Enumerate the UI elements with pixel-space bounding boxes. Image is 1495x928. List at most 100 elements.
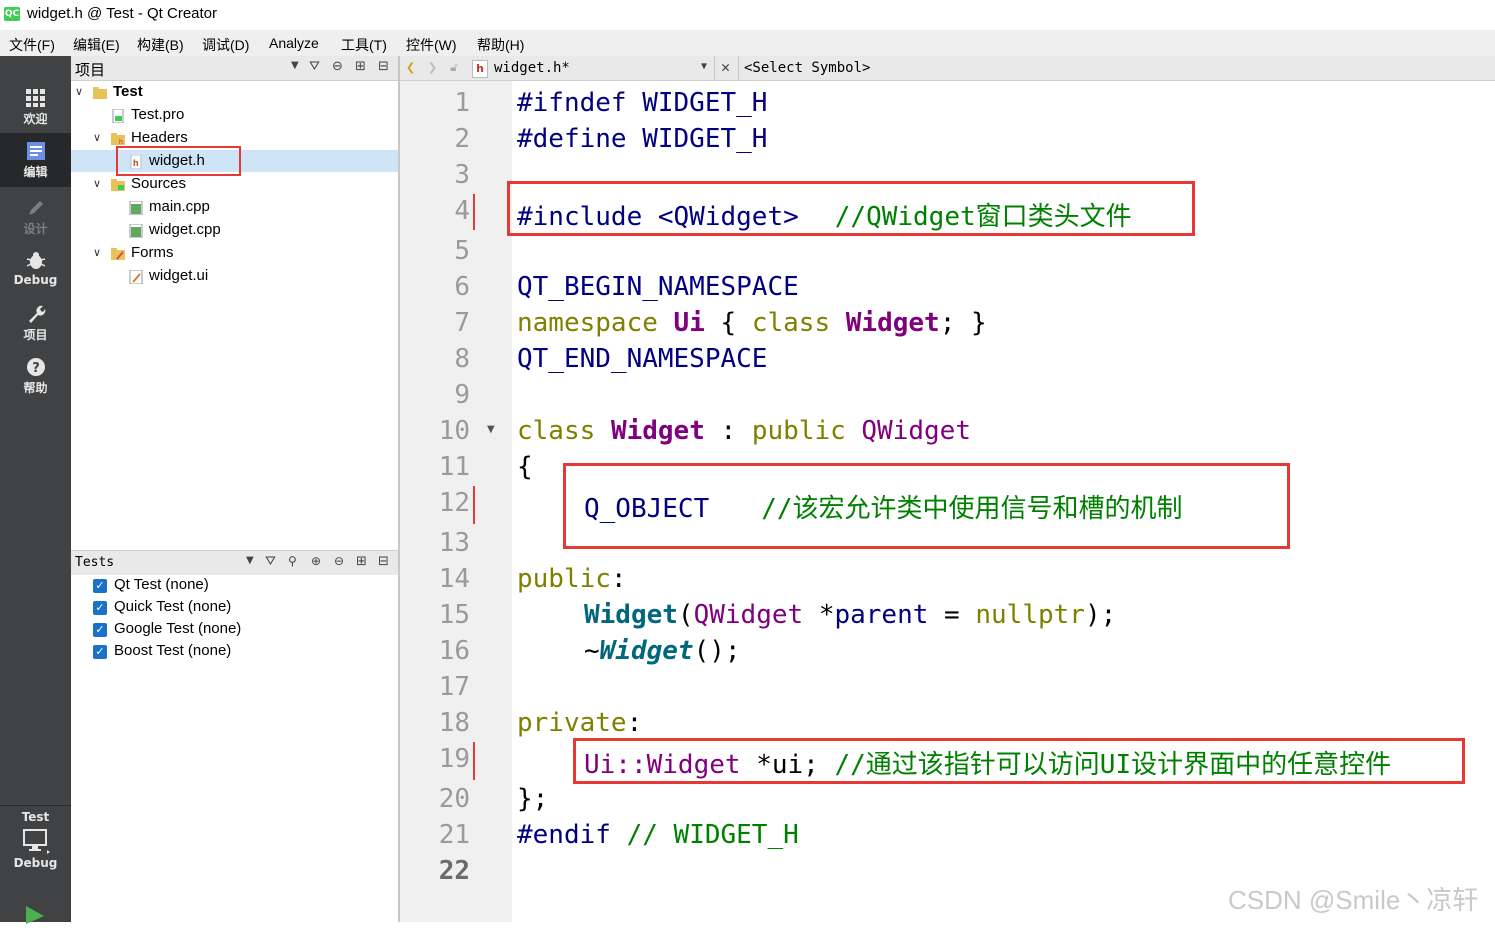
chevron-down-icon[interactable]: ▼ bbox=[246, 555, 254, 566]
code-token: Widget bbox=[610, 416, 705, 446]
menu-analyze[interactable]: Analyze bbox=[269, 35, 319, 51]
line-number: 5 bbox=[454, 236, 470, 266]
filter-icon[interactable]: ⛛ bbox=[265, 554, 276, 569]
code-line: public: bbox=[517, 564, 627, 594]
mode-help-label: 帮助 bbox=[23, 381, 48, 395]
code-comment: // WIDGET_H bbox=[626, 820, 799, 850]
checkbox-google-test[interactable]: ✓ bbox=[93, 623, 107, 637]
line-number: 19 bbox=[438, 744, 470, 774]
tree-main-cpp-label: main.cpp bbox=[149, 198, 210, 215]
tree-item-main-cpp[interactable]: main.cpp bbox=[71, 196, 398, 218]
bug-icon bbox=[25, 251, 47, 271]
checkbox-qt-test[interactable]: ✓ bbox=[93, 579, 107, 593]
menu-edit[interactable]: 编辑(E) bbox=[73, 35, 120, 55]
toolbar-divider bbox=[738, 56, 739, 80]
lock-icon: 🔓︎ bbox=[450, 60, 458, 74]
chevron-down-icon[interactable]: ∨ bbox=[93, 242, 101, 264]
target-selector[interactable]: Test Debug bbox=[0, 810, 71, 870]
tree-item-sources[interactable]: ∨ Sources bbox=[71, 173, 398, 195]
line-number: 12 bbox=[438, 488, 470, 518]
window-title: widget.h @ Test - Qt Creator bbox=[27, 5, 218, 22]
line-number: 1 bbox=[454, 88, 470, 118]
pencil-icon bbox=[25, 198, 47, 218]
annotation-box-ui-pointer bbox=[573, 738, 1465, 784]
ui-file-icon bbox=[129, 269, 143, 285]
menu-debug[interactable]: 调试(D) bbox=[202, 35, 249, 55]
tree-item-project[interactable]: ∨ Test bbox=[71, 81, 398, 103]
menu-help[interactable]: 帮助(H) bbox=[477, 35, 524, 55]
close-icon[interactable]: ✕ bbox=[721, 58, 730, 76]
project-panel-title: 项目 bbox=[75, 62, 106, 79]
filter-icon[interactable]: ⛛ bbox=[309, 59, 320, 74]
forward-arrow-icon[interactable]: ❯ bbox=[428, 58, 437, 76]
editor-toolbar: ❮ ❯ 🔓︎ h widget.h* ▼ ✕ <Select Symbol> bbox=[400, 56, 1495, 81]
code-token: public bbox=[517, 564, 611, 594]
mode-welcome[interactable]: 欢迎 bbox=[0, 80, 71, 132]
code-line: private: bbox=[517, 708, 642, 738]
code-token: Widget bbox=[584, 600, 678, 630]
code-token: namespace bbox=[517, 308, 658, 338]
line-number: 15 bbox=[438, 600, 470, 630]
chevron-down-icon[interactable]: ∨ bbox=[75, 81, 83, 103]
svg-text:?: ? bbox=[32, 361, 40, 376]
tree-item-widget-ui[interactable]: widget.ui bbox=[71, 265, 398, 287]
checkbox-boost-test[interactable]: ✓ bbox=[93, 645, 107, 659]
chevron-down-icon[interactable]: ∨ bbox=[93, 127, 101, 149]
menu-tools[interactable]: 工具(T) bbox=[341, 35, 387, 55]
watermark: CSDN @Smile丶凉轩 bbox=[1228, 885, 1479, 915]
code-token: { bbox=[720, 308, 737, 338]
code-line: QT_BEGIN_NAMESPACE bbox=[517, 272, 799, 302]
chevron-down-icon[interactable]: ▼ bbox=[701, 61, 707, 72]
tests-item-label: Google Test (none) bbox=[114, 620, 242, 637]
annotation-box-q-object bbox=[563, 463, 1290, 549]
mode-help[interactable]: ? 帮助 bbox=[0, 349, 71, 401]
checkbox-quick-test[interactable]: ✓ bbox=[93, 601, 107, 615]
split-icon[interactable]: ⊞ bbox=[355, 59, 366, 74]
collapse-icon[interactable]: ⊖ bbox=[334, 554, 344, 568]
mode-debug[interactable]: Debug bbox=[0, 243, 71, 295]
chevron-down-icon[interactable]: ∨ bbox=[93, 173, 101, 195]
close-panel-icon[interactable]: ⊟ bbox=[378, 554, 389, 569]
line-number: 17 bbox=[438, 672, 470, 702]
tree-item-forms[interactable]: ∨ Forms bbox=[71, 242, 398, 264]
mode-projects[interactable]: 项目 bbox=[0, 296, 71, 348]
pro-file-icon bbox=[111, 108, 125, 124]
link-icon[interactable]: ⊖ bbox=[332, 59, 343, 74]
tree-pro-file-label: Test.pro bbox=[131, 106, 185, 123]
change-marker bbox=[473, 486, 475, 524]
editor-file-tab[interactable]: widget.h* bbox=[494, 60, 570, 76]
back-arrow-icon[interactable]: ❮ bbox=[406, 58, 415, 76]
tests-item-label: Boost Test (none) bbox=[114, 642, 232, 659]
modebar-divider bbox=[0, 805, 71, 806]
folder-icon: h bbox=[111, 131, 125, 146]
folder-icon bbox=[111, 177, 125, 191]
chevron-down-icon[interactable]: ▼ bbox=[291, 60, 299, 71]
run-button[interactable] bbox=[24, 904, 46, 928]
tree-item-widget-cpp[interactable]: widget.cpp bbox=[71, 219, 398, 241]
menu-build[interactable]: 构建(B) bbox=[137, 35, 184, 55]
tests-item-label: Qt Test (none) bbox=[114, 576, 209, 593]
tree-item-pro-file[interactable]: Test.pro bbox=[71, 104, 398, 126]
line-number: 8 bbox=[454, 344, 470, 374]
close-panel-icon[interactable]: ⊟ bbox=[378, 59, 389, 74]
expand-icon[interactable]: ⊕ bbox=[311, 554, 321, 568]
split-icon[interactable]: ⊞ bbox=[356, 554, 367, 569]
menu-bar: 文件(F) 编辑(E) 构建(B) 调试(D) Analyze 工具(T) 控件… bbox=[0, 30, 1495, 57]
svg-text:h: h bbox=[119, 139, 123, 146]
menu-file[interactable]: 文件(F) bbox=[9, 35, 55, 55]
line-number: 3 bbox=[454, 160, 470, 190]
change-marker bbox=[473, 194, 475, 230]
mode-edit[interactable]: 编辑 bbox=[0, 133, 71, 187]
monitor-icon bbox=[22, 828, 50, 854]
code-token: nullptr bbox=[975, 600, 1085, 630]
code-token: Widget bbox=[845, 308, 940, 338]
menu-widgets[interactable]: 控件(W) bbox=[406, 35, 457, 55]
annotation-box-include bbox=[507, 181, 1195, 236]
mode-design[interactable]: 设计 bbox=[0, 190, 71, 242]
line-number: 6 bbox=[454, 272, 470, 302]
fold-toggle-icon[interactable]: ▼ bbox=[487, 424, 495, 435]
code-token: #ifndef WIDGET_H bbox=[517, 88, 768, 118]
run-tests-icon[interactable]: ⚲ bbox=[288, 554, 297, 568]
symbol-selector[interactable]: <Select Symbol> bbox=[744, 60, 870, 76]
code-token: ); bbox=[1084, 600, 1117, 630]
